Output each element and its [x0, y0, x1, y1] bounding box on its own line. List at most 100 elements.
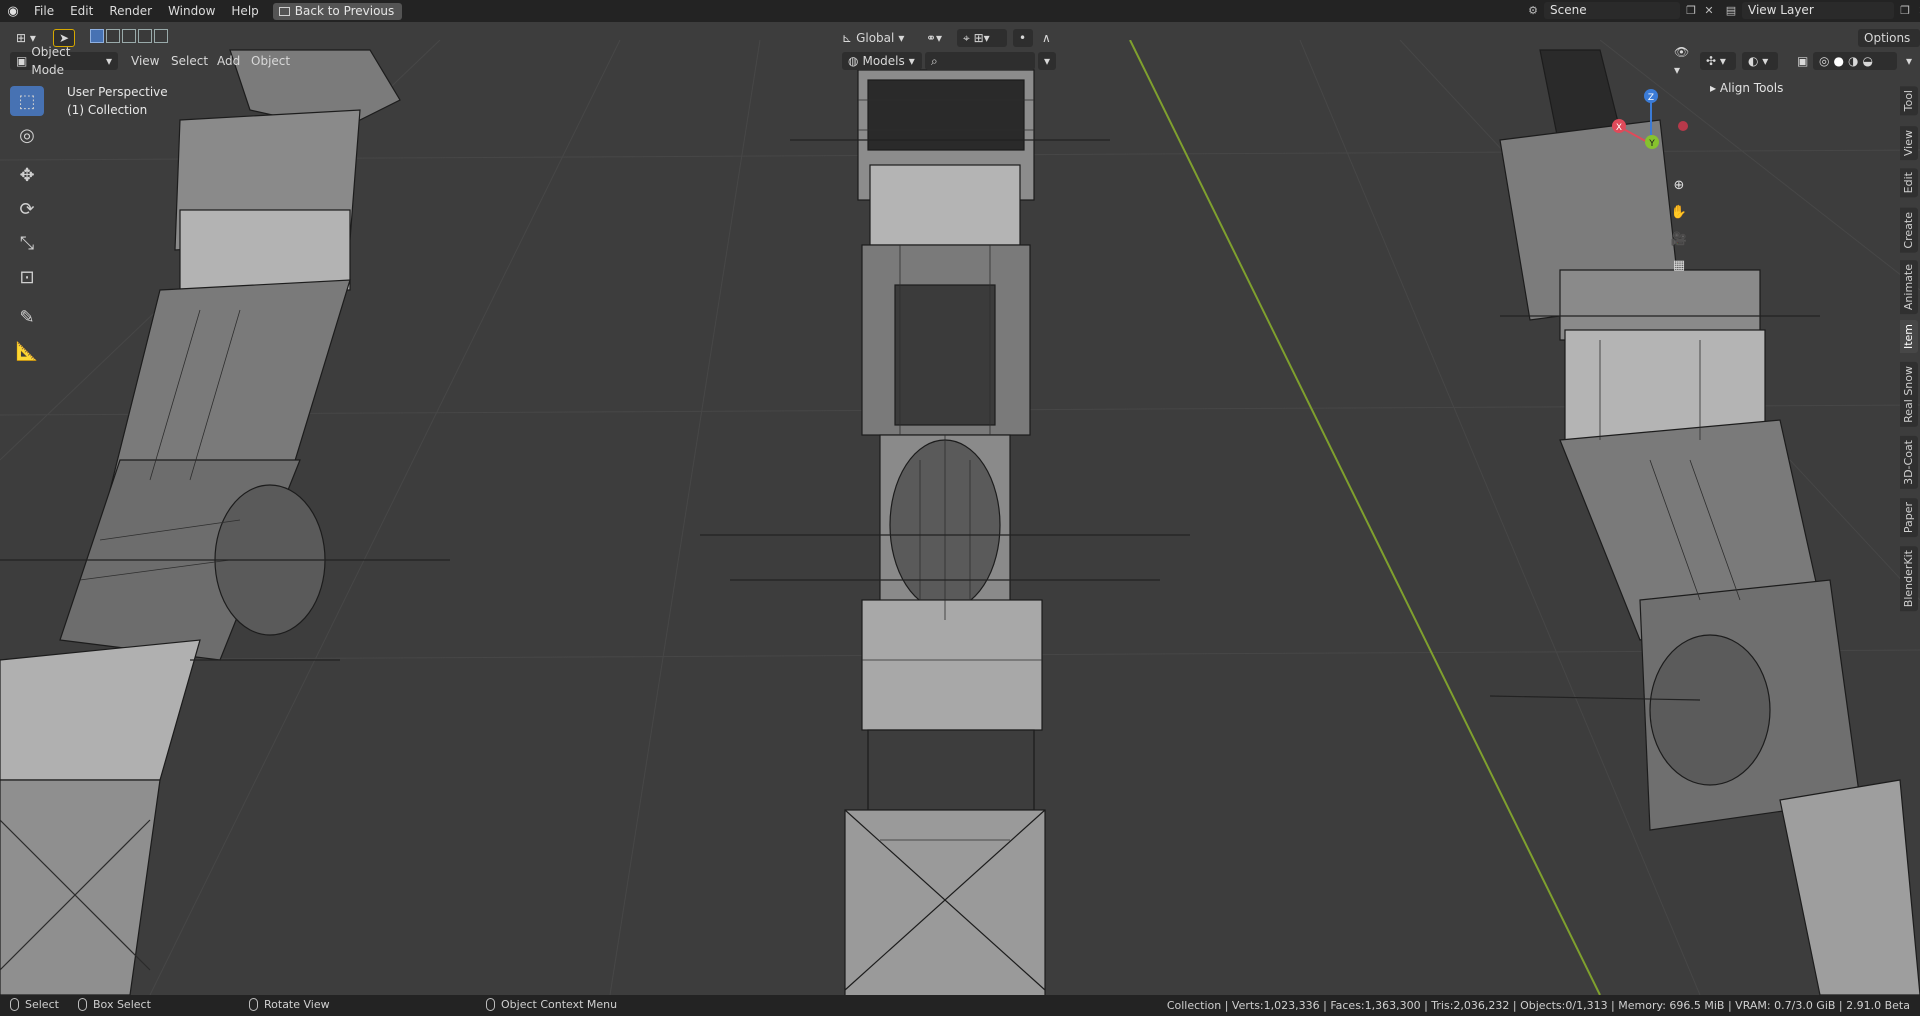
globe-icon: ◍ [848, 54, 859, 68]
remove-scene-icon[interactable]: ✕ [1702, 4, 1716, 18]
tab-blenderkit[interactable]: BlenderKit [1900, 546, 1918, 612]
view-layer-icon[interactable]: ▤ [1724, 4, 1738, 18]
object-mode-label: Object Mode [31, 45, 71, 77]
zoom-icon[interactable]: ⊕ [1668, 174, 1690, 196]
rotate-tool-icon[interactable]: ⟳ [10, 194, 44, 224]
gizmo-negative-x-axis[interactable] [1678, 121, 1688, 131]
object-mode-dropdown[interactable]: ▣ Object Mode ▾ [10, 45, 118, 77]
tab-paper[interactable]: Paper [1900, 498, 1918, 538]
scene-name-field[interactable]: Scene [1544, 2, 1680, 19]
xray-icon[interactable]: ▣ [1791, 52, 1809, 70]
status-bar: Select Box Select Rotate View Object Con… [0, 995, 1920, 1016]
select-intersect-icon[interactable] [154, 29, 168, 43]
tab-real-snow[interactable]: Real Snow [1900, 362, 1918, 427]
back-to-previous-button[interactable]: Back to Previous [272, 2, 403, 20]
viewport-scene: Z X Y [0, 40, 1920, 995]
annotate-tool-icon[interactable]: ✎ [10, 302, 44, 332]
scene-statistics: Collection | Verts:1,023,336 | Faces:1,3… [1166, 999, 1910, 1012]
scale-tool-icon[interactable]: ⤡ [10, 228, 44, 258]
falloff-icon[interactable]: ∧ [1036, 29, 1062, 47]
chevron-down-icon: ▾ [105, 54, 112, 68]
right-robot-arm [1489, 49, 1920, 995]
new-view-layer-icon[interactable]: ❐ [1898, 4, 1912, 18]
selection-mode-boxes [90, 29, 168, 43]
select-box-tool-icon[interactable]: ⬚ [10, 86, 44, 116]
status-select-label: Select [25, 998, 59, 1011]
orientation-label: Global [856, 31, 895, 45]
cursor-tool-icon[interactable]: ◎ [10, 120, 44, 150]
mouse-middle-icon [249, 998, 258, 1011]
gizmo-x-label: X [1616, 123, 1622, 133]
object-menu[interactable]: Object [251, 52, 290, 70]
gizmo-z-label: Z [1648, 93, 1654, 103]
sidebar-tabs: Tool View Edit Create Animate Item Real … [1900, 80, 1920, 620]
pan-hand-icon[interactable]: ✋ [1668, 201, 1690, 223]
select-subtract-icon[interactable] [122, 29, 136, 43]
transform-orientation-dropdown[interactable]: ⊾ Global ▾ [836, 29, 914, 47]
chevron-down-icon: ▾ [898, 31, 905, 45]
pivot-point-icon[interactable]: ⚭▾ [920, 29, 952, 47]
screen-icon [278, 6, 290, 16]
tab-item[interactable]: Item [1900, 320, 1918, 354]
view-layer-field[interactable]: View Layer [1742, 2, 1894, 19]
wireframe-shading-icon[interactable]: ◎ [1819, 52, 1829, 70]
scene-icon[interactable]: ⚙ [1526, 4, 1540, 18]
tab-create[interactable]: Create [1900, 208, 1918, 253]
snap-toggle[interactable]: ⌖ ⊞▾ [957, 29, 1007, 47]
move-tool-icon[interactable]: ✥ [10, 160, 44, 190]
menu-edit[interactable]: Edit [62, 0, 101, 22]
viewport-collection-label: (1) Collection [67, 103, 148, 117]
menu-window[interactable]: Window [160, 0, 223, 22]
select-extend-icon[interactable] [106, 29, 120, 43]
camera-view-icon[interactable]: 🎥 [1668, 228, 1690, 250]
remove-view-layer-icon[interactable]: ✕ [1916, 4, 1920, 18]
collection-filter-label: Models [862, 54, 905, 68]
tab-3d-coat[interactable]: 3D-Coat [1900, 436, 1918, 489]
status-select: Select [10, 998, 59, 1011]
new-scene-icon[interactable]: ❐ [1684, 4, 1698, 18]
tab-edit[interactable]: Edit [1900, 168, 1918, 198]
collection-filter-dropdown[interactable]: ◍ Models ▾ [842, 52, 922, 70]
status-box-select: Box Select [78, 998, 151, 1011]
solid-shading-icon[interactable]: ● [1833, 52, 1843, 70]
visibility-icon[interactable]: 👁▾ [1668, 45, 1694, 77]
viewport-header: ⊞ ▾ ➤ ▣ Object Mode ▾ View Select Add Ob… [0, 22, 1920, 77]
3d-viewport[interactable]: Z X Y ⊕ ✋ 🎥 ▦ [0, 40, 1920, 995]
select-menu[interactable]: Select [171, 52, 208, 70]
search-icon: ⌕ [931, 54, 938, 68]
select-new-icon[interactable] [90, 29, 104, 43]
shading-options-icon[interactable]: ▾ [1900, 52, 1916, 70]
overlay-toggle[interactable]: ◐ ▾ [1742, 52, 1778, 70]
search-input[interactable]: ⌕ [925, 52, 1035, 70]
viewport-perspective-label: User Perspective [67, 85, 168, 99]
menu-help[interactable]: Help [223, 0, 266, 22]
tab-animate[interactable]: Animate [1900, 260, 1918, 315]
menu-file[interactable]: File [26, 0, 62, 22]
blender-logo-icon[interactable]: ◉ [0, 0, 26, 22]
material-shading-icon[interactable]: ◑ [1848, 52, 1858, 70]
ortho-grid-icon[interactable]: ▦ [1668, 254, 1690, 276]
rendered-shading-icon[interactable]: ◒ [1862, 52, 1872, 70]
disclosure-arrow-icon: ▸ [1710, 81, 1717, 95]
filter-dropdown-icon[interactable]: ▾ [1038, 52, 1056, 70]
status-rotate-view-label: Rotate View [264, 998, 330, 1011]
align-tools-panel-header[interactable]: ▸ Align Tools [1710, 81, 1783, 95]
tab-view[interactable]: View [1900, 126, 1918, 161]
status-box-select-label: Box Select [93, 998, 151, 1011]
measure-tool-icon[interactable]: 📐 [10, 336, 44, 366]
mouse-drag-icon [78, 998, 87, 1011]
add-menu[interactable]: Add [217, 52, 240, 70]
mouse-left-icon [10, 998, 19, 1011]
gizmo-y-label: Y [1648, 139, 1655, 149]
status-context-menu-label: Object Context Menu [501, 998, 618, 1011]
transform-tool-icon[interactable]: ⊡ [10, 262, 44, 292]
shading-modes[interactable]: ◎ ● ◑ ◒ [1813, 52, 1897, 70]
tab-tool[interactable]: Tool [1900, 86, 1918, 116]
select-invert-icon[interactable] [138, 29, 152, 43]
menu-render[interactable]: Render [101, 0, 160, 22]
gizmo-toggle[interactable]: ✣ ▾ [1700, 52, 1736, 70]
options-dropdown[interactable]: Options ▾ [1858, 29, 1920, 63]
view-menu[interactable]: View [131, 52, 159, 70]
options-label: Options [1864, 31, 1911, 45]
proportional-edit-icon[interactable]: • [1013, 29, 1033, 47]
